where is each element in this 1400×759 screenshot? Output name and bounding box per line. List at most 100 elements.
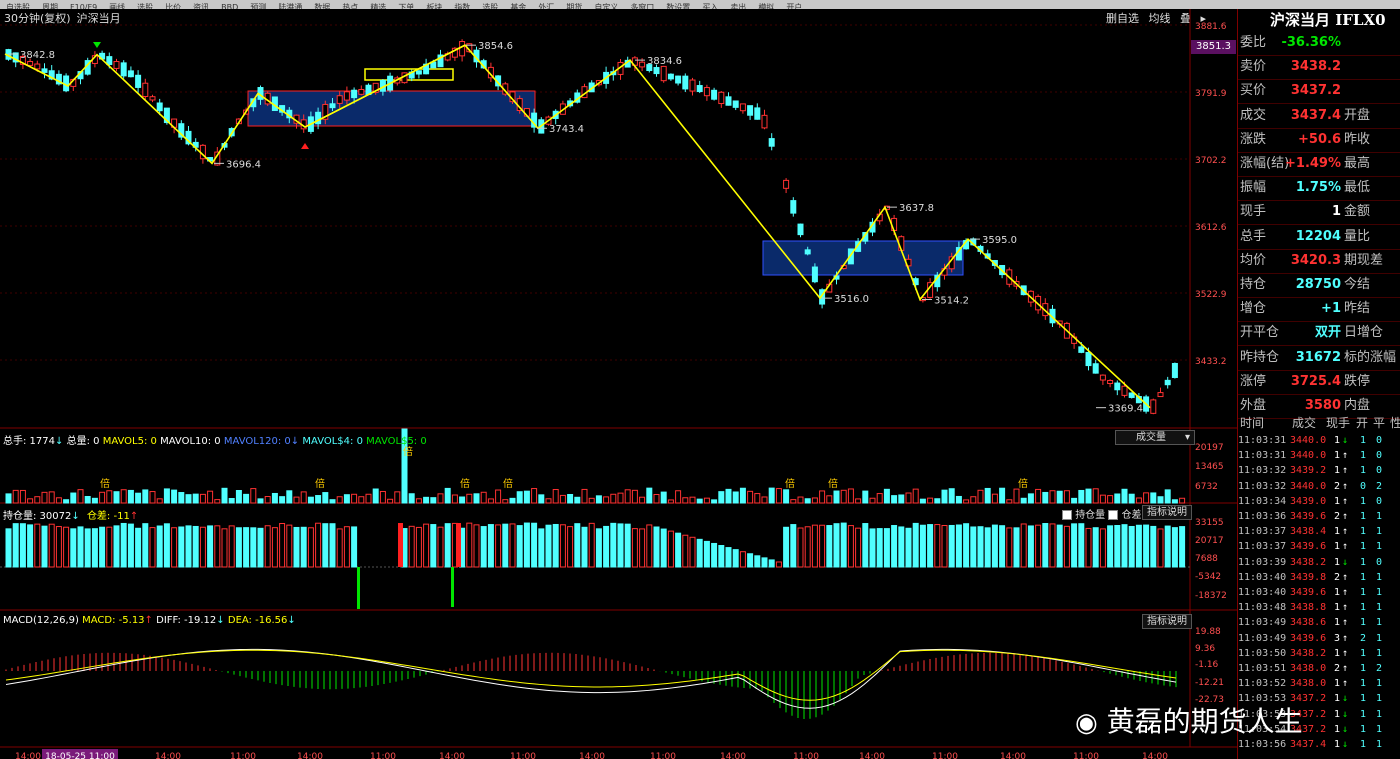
volume-bar [768,487,775,504]
oi-checkbox[interactable] [1062,510,1072,520]
oi-bar [941,524,948,568]
oi-bar [754,555,761,568]
tick-cell: 2 [1334,511,1341,522]
volume-bar [905,492,912,504]
volume-bar [34,496,41,504]
volume-bar [783,489,790,504]
price-axis-label: 3881.6 [1195,22,1227,32]
volume-bar [300,491,307,504]
swing-label: 3516.0 [834,294,869,305]
volume-bar [106,490,113,504]
volume-bar [703,497,710,504]
oi-bar [811,524,818,568]
oi-bar [703,540,710,568]
volume-bar [1099,494,1106,504]
up-arrow-icon: ↑ [1342,480,1349,492]
oi-bar [106,526,113,568]
quote-label: 振幅 [1240,180,1267,196]
oi-bar [898,526,905,568]
volume-bar [91,497,98,504]
volume-bar [862,490,869,504]
candle [718,91,725,105]
volume-bar [718,491,725,504]
oi-bar [264,525,271,568]
tick-cell: 3439.6 [1290,587,1327,598]
volume-bar [639,496,646,504]
tick-cell: 1 [1334,450,1341,462]
oi-bar [84,528,91,568]
swing-label: 3842.8 [20,50,55,61]
tick-cell: 1 [1334,693,1341,705]
quote-label-2: 日增仓 [1344,325,1384,341]
quote-label-2: 最高 [1344,156,1371,171]
tick-cell: 1 [1376,647,1383,659]
volume-bar [12,489,19,504]
volume-bar [1143,492,1150,504]
oi-bar [1027,525,1034,568]
kline-chart[interactable]: 3842.8 3854.6 3834.6 3696.4 3743.4 3637.8 3595… [0,9,1237,759]
time-axis-label: 18-05-25 11:00 [45,752,115,759]
down-arrow-icon: ↓ [55,436,64,447]
volume-bar [991,493,998,504]
volume-bar [545,498,552,504]
tick-row: 11:03:37 3439.6 1 ↑ 1 1 [1238,539,1400,554]
oi-bar [1107,525,1114,568]
tick-cell: 3439.0 [1290,495,1327,507]
volume-bar [775,488,782,504]
oi-help-button[interactable]: 指标说明 [1142,505,1192,520]
tick-cell: 1 [1360,450,1367,462]
quote-row: 昨持仓 31672 标的涨幅 [1238,346,1400,371]
tick-cell: 11:03:32 [1238,465,1287,477]
volume-bar [351,493,358,504]
volume-bar [948,488,955,504]
tick-cell: 1 [1360,541,1367,553]
quote-label: 外盘 [1240,398,1267,413]
tick-cell: 11:03:32 [1238,480,1287,492]
volume-bar [610,493,617,504]
volume-bar [963,499,970,504]
volume-bar [430,497,437,504]
volume-bar [41,491,48,504]
quote-label: 涨幅(结) [1240,156,1290,171]
oi-bar [351,526,358,568]
tick-cell: 1 [1334,678,1341,690]
quote-row: 委比 -36.36% [1238,31,1400,56]
candle [732,100,739,108]
oi-bar [279,523,286,568]
volume-mark: 倍 [100,477,110,490]
tick-cell: 1 [1360,739,1367,750]
oi-bar [631,528,638,568]
zone-box [247,90,536,127]
oi-bar [912,522,919,568]
oi-bar [495,524,502,568]
tick-cell: 11:03:40 [1238,587,1287,598]
oi-bar [905,527,912,568]
watermark-text: 黄磊的期货人生 [1106,705,1303,738]
tick-cell: 1 [1334,723,1341,735]
volume-bar [675,490,682,504]
time-axis-label: 11:00 [1073,752,1099,759]
oi-axis-label: 20717 [1195,536,1224,546]
candle [682,75,689,90]
oi-bar [624,523,631,568]
up-arrow-icon: ↑ [1342,663,1349,674]
swing-label: 3834.6 [647,56,682,67]
swing-label: 3743.4 [549,124,584,135]
indicator-dropdown[interactable]: 成交量 ▾ [1115,430,1195,445]
volume-bar [113,491,120,504]
tick-cell: 1 [1334,465,1341,477]
tick-cell: 1 [1376,602,1383,614]
tick-row: 11:03:36 3439.6 2 ↑ 1 1 [1238,509,1400,524]
candle [739,103,746,112]
volume-bar [891,495,898,504]
candle [1085,351,1092,367]
candle [106,56,113,66]
tick-cell: 1 [1334,526,1341,538]
macd-help-button[interactable]: 指标说明 [1142,614,1192,629]
oi-diff-checkbox[interactable] [1108,510,1119,520]
time-axis-label: 11:00 [230,752,256,759]
volume-bar [574,496,581,504]
oi-bar [833,523,840,568]
oi-bar [567,526,574,568]
oi-bar [1035,524,1042,568]
